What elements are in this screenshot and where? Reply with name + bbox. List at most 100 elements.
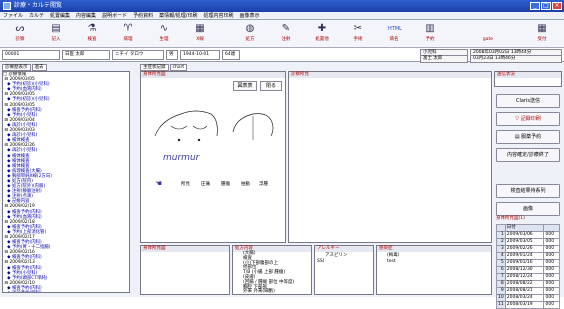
toolbar-button-0[interactable]: ᔕ 診察 bbox=[2, 22, 38, 46]
menu-item-2[interactable]: 処置編集 bbox=[47, 12, 73, 20]
table-cell: 11 bbox=[496, 301, 506, 309]
menu-item-6[interactable]: 薬情報/処理/印刷 bbox=[156, 12, 200, 20]
toolbar-button-3[interactable]: ♈ 病理 bbox=[110, 22, 146, 46]
html-icon: HTML bbox=[388, 26, 402, 32]
confirm-finish-button[interactable]: 内容確定/診療終了 bbox=[496, 148, 560, 162]
body-diagram: murmur ☚ bbox=[154, 110, 274, 188]
figure-table-button[interactable]: 図表表 bbox=[233, 81, 257, 91]
toolbar-button-10[interactable]: HTML 病名 bbox=[376, 22, 412, 46]
history-tree[interactable]: □ 診療情報 ⊟ 2009/03/05 ◆ 予約(初診)(小児科) ◆ 予約(血… bbox=[2, 71, 130, 293]
table-row[interactable]: 8 2008/08/22 000 bbox=[496, 280, 560, 288]
menu-item-0[interactable]: ファイル bbox=[0, 12, 26, 20]
menu-item-5[interactable]: 予約資料 bbox=[130, 12, 156, 20]
microscope-icon: ♈ bbox=[123, 23, 133, 34]
table-row[interactable]: 6 2008/12/30 000 bbox=[496, 266, 560, 274]
prescription-text: (大腸) 検査 (小)下部腹部の上 他部位 T/B (小腸 上部 腫瘤) (皮膚) (回腸 … bbox=[243, 251, 294, 295]
print-record-label: 記録印刷 bbox=[520, 116, 541, 122]
exam-panel-title: 診察所見 bbox=[289, 72, 491, 78]
lab-results-button[interactable]: 検査結果待系列 bbox=[496, 184, 560, 198]
table-cell: 2 bbox=[496, 238, 506, 246]
legend-4: 拍動 bbox=[241, 182, 250, 187]
table-cell: 000 bbox=[543, 231, 560, 239]
patient-id: 00001 bbox=[2, 50, 60, 60]
toolbar-button-7[interactable]: ✎ 注射 bbox=[268, 22, 304, 46]
table-cell: 000 bbox=[543, 259, 560, 267]
table-row[interactable]: 2 2009/03/05 000 bbox=[496, 238, 560, 246]
send-status-title: 送信状況 bbox=[495, 72, 561, 78]
maximize-button[interactable]: □ bbox=[541, 2, 551, 10]
toolbar-button-4[interactable]: ∿ 生理 bbox=[146, 22, 182, 46]
doc-tabs: 主症状記録 chart bbox=[140, 64, 188, 71]
toolbar-button-9[interactable]: ✂ 手術 bbox=[340, 22, 376, 46]
minimize-button[interactable]: _ bbox=[530, 2, 540, 10]
toolbar-button-11[interactable]: ▥ 予約 bbox=[412, 22, 448, 46]
toolbar-label: 病理 bbox=[123, 37, 133, 42]
menu-item-1[interactable]: カルテ bbox=[26, 12, 47, 20]
table-cell: 2008/03/19 bbox=[504, 301, 545, 309]
table-header-cell bbox=[543, 224, 560, 232]
table-cell: 2009/02/26 bbox=[504, 245, 545, 253]
image-button[interactable]: 画像 bbox=[496, 202, 560, 216]
table-row[interactable]: 10 2008/03/24 000 bbox=[496, 294, 560, 302]
bottom-figure-panel: 身体所見図 bbox=[140, 245, 230, 295]
window-title: 診療・カルテ閲覧 bbox=[14, 2, 63, 9]
tree-leaf[interactable]: ◆ 再診予約(眼科) bbox=[3, 291, 129, 292]
toolbar-button-1[interactable]: ▤ 記入 bbox=[38, 22, 74, 46]
close-button[interactable]: × bbox=[552, 2, 562, 10]
infection-panel: 感染症 (梅毒) test bbox=[376, 245, 492, 295]
toolbar-label: 処置他 bbox=[315, 37, 329, 42]
table-row[interactable]: 4 2009/01/24 000 bbox=[496, 252, 560, 260]
history-table[interactable]: 日付 1 2009/03/06 000 2 2009/03/05 000 3 2009/02/2… bbox=[496, 224, 560, 309]
table-row[interactable]: 7 2008/12/24 000 bbox=[496, 273, 560, 281]
toolbar-button-12[interactable]: gate bbox=[470, 22, 506, 46]
menu-item-7[interactable]: 処理内容印刷 bbox=[200, 12, 236, 20]
toolbar-button-2[interactable]: ⚗ 検査 bbox=[74, 22, 110, 46]
tab-past[interactable]: 過去 bbox=[31, 64, 47, 71]
figure-close-button[interactable]: 閉る bbox=[260, 81, 282, 91]
patient-age: 64歳 bbox=[222, 50, 240, 60]
table-header-cell bbox=[496, 224, 506, 232]
body-figure-panel: 身体所見図 図表表 閉る murmur ☚ 所見 圧痛 腫瘤 拍動 浮腫 bbox=[140, 71, 286, 243]
table-row[interactable]: 5 2009/01/16 000 bbox=[496, 259, 560, 267]
tab-chart[interactable]: chart bbox=[169, 64, 188, 71]
print-record-button[interactable]: ▽ 記録印刷 bbox=[496, 112, 560, 126]
claris-send-button[interactable]: Claris送信 bbox=[496, 94, 560, 108]
infection-item-1: (梅毒) bbox=[387, 253, 400, 258]
prescription-line: 外来 外来(細胞) bbox=[243, 289, 275, 295]
toolbar-label: 検査 bbox=[87, 37, 97, 42]
menu-item-8[interactable]: 画像表示 bbox=[236, 12, 262, 20]
table-cell: 2008/08/21 bbox=[504, 287, 545, 295]
allergy-item-1: アスピリン bbox=[325, 253, 348, 258]
doctor-name: 富士 太郎 bbox=[420, 55, 468, 63]
toolbar-label: 予約 bbox=[425, 37, 435, 42]
murmur-annotation: murmur bbox=[163, 153, 201, 163]
table-cell: 000 bbox=[543, 301, 560, 309]
menu-item-3[interactable]: 内容編集 bbox=[73, 12, 99, 20]
toolbar-button-5[interactable]: ▦ X線 bbox=[182, 22, 218, 46]
medication-reserve-button[interactable]: ▤ 服薬予約 bbox=[496, 130, 560, 144]
toolbar-button-13[interactable]: ▦ 受付 bbox=[524, 22, 560, 46]
table-row[interactable]: 9 2008/08/21 000 bbox=[496, 287, 560, 295]
toolbar-label: 手術 bbox=[353, 37, 363, 42]
stethoscope-icon: ᔕ bbox=[15, 23, 25, 34]
bandage-icon: ✚ bbox=[317, 23, 327, 34]
toolbar-button-6[interactable]: ◍ 処方 bbox=[232, 22, 268, 46]
table-row[interactable]: 11 2008/03/19 000 bbox=[496, 301, 560, 309]
tab-doc[interactable]: 主症状記録 bbox=[140, 64, 169, 71]
calendar-icon: ▥ bbox=[425, 23, 435, 34]
toolbar-button-8[interactable]: ✚ 処置他 bbox=[304, 22, 340, 46]
toolbar-label: 受付 bbox=[537, 37, 547, 42]
infection-item-2: test bbox=[387, 259, 396, 264]
tab-history[interactable]: 診療歴表示 bbox=[2, 64, 31, 71]
table-row[interactable]: 1 2009/03/06 000 bbox=[496, 231, 560, 239]
table-cell: 7 bbox=[496, 273, 506, 281]
bottom-figure-title: 身体所見図 bbox=[141, 246, 229, 252]
toolbar-label: 診察 bbox=[15, 37, 25, 42]
app-icon bbox=[3, 2, 11, 10]
menu-item-4[interactable]: 説明ボード bbox=[99, 12, 130, 20]
table-row[interactable]: 3 2009/02/26 000 bbox=[496, 245, 560, 253]
patient-kana-name: ニチイ タロウ bbox=[112, 50, 164, 60]
toolbar-label: gate bbox=[482, 37, 494, 42]
table-cell: 000 bbox=[543, 273, 560, 281]
history-table-title: 身体所見図(1) bbox=[496, 216, 525, 221]
